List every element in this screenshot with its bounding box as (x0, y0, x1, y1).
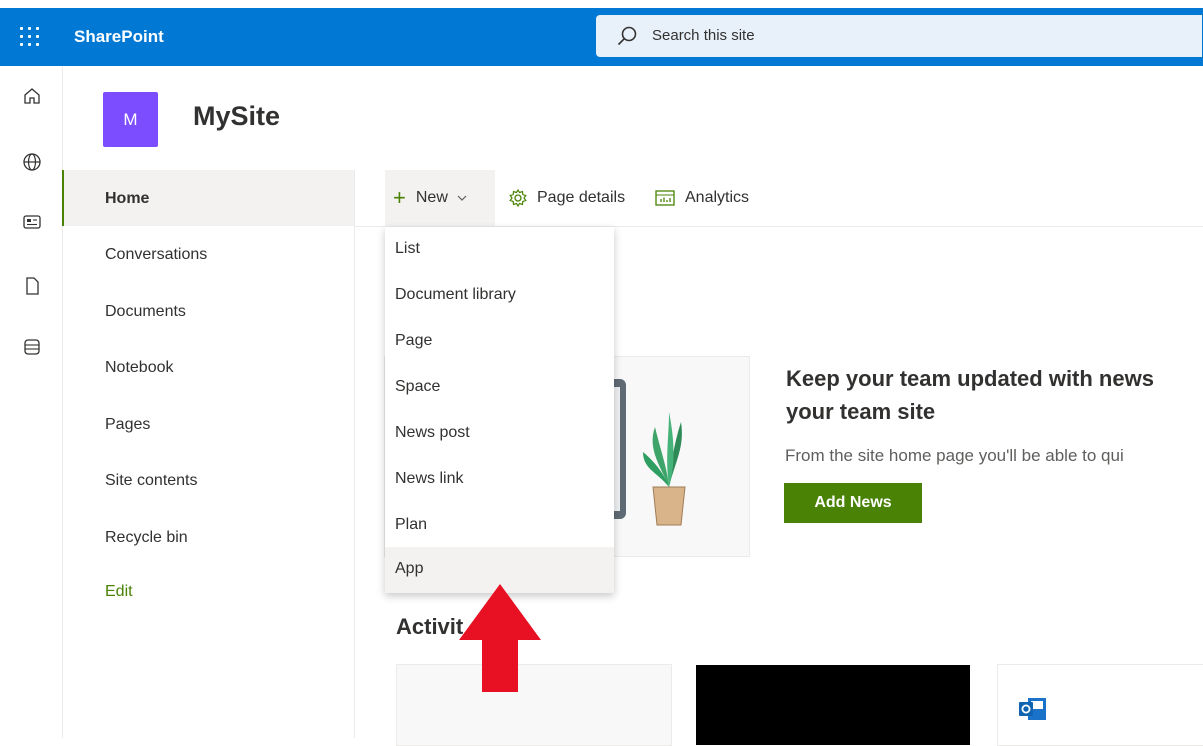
new-dropdown-menu: List Document library Page Space News po… (385, 227, 614, 593)
menu-item-document-library[interactable]: Document library (385, 273, 614, 319)
nav-item-conversations[interactable]: Conversations (62, 226, 354, 282)
nav-item-site-contents[interactable]: Site contents (62, 452, 354, 508)
menu-item-label: News link (395, 470, 464, 487)
menu-item-list[interactable]: List (385, 227, 614, 273)
site-logo[interactable]: M (103, 92, 158, 147)
menu-item-plan[interactable]: Plan (385, 503, 614, 549)
nav-item-label: Site contents (105, 472, 198, 489)
document-icon[interactable] (22, 276, 42, 296)
new-button-label: New (415, 189, 448, 206)
add-news-button[interactable]: Add News (784, 483, 922, 523)
site-logo-letter: M (123, 109, 138, 129)
new-button[interactable]: + New (385, 170, 495, 226)
page-details-button[interactable]: Page details (508, 186, 625, 210)
menu-item-label: Page (395, 332, 433, 349)
plus-icon: + (393, 185, 406, 210)
globe-icon[interactable] (22, 152, 42, 172)
activity-card[interactable] (696, 665, 970, 745)
command-bar: + New Page details Analytics (354, 170, 1203, 227)
nav-item-pages[interactable]: Pages (62, 396, 354, 452)
menu-item-label: Plan (395, 516, 428, 533)
suite-bar-band: SharePoint Search this site (0, 8, 1203, 66)
search-icon (617, 26, 637, 46)
nav-edit-link[interactable]: Edit (105, 583, 133, 601)
menu-item-label: App (395, 560, 424, 577)
menu-item-page[interactable]: Page (385, 319, 614, 365)
menu-item-news-post[interactable]: News post (385, 411, 614, 457)
page-details-label: Page details (537, 189, 626, 206)
app-launcher-icon[interactable] (18, 25, 42, 49)
nav-item-label: Recycle bin (105, 529, 188, 546)
menu-item-label: List (395, 240, 420, 257)
menu-item-space[interactable]: Space (385, 365, 614, 411)
nav-item-label: Conversations (105, 246, 208, 263)
news-icon[interactable] (22, 212, 42, 232)
activity-title: Activit (396, 614, 464, 639)
nav-item-home[interactable]: Home (62, 170, 354, 226)
news-heading: Keep your team updated with news your te… (786, 366, 1154, 424)
app-rail (0, 66, 63, 738)
analytics-icon (655, 190, 675, 206)
nav-item-documents[interactable]: Documents (62, 283, 354, 339)
outlook-icon (1019, 698, 1046, 720)
nav-item-label: Home (105, 190, 150, 207)
analytics-button[interactable]: Analytics (654, 186, 749, 210)
annotation-arrow-icon (459, 584, 541, 692)
menu-item-label: Document library (395, 286, 516, 303)
nav-item-recycle-bin[interactable]: Recycle bin (62, 509, 354, 565)
analytics-label: Analytics (685, 189, 750, 206)
news-description: From the site home page you'll be able t… (785, 446, 1124, 465)
nav-item-label: Documents (105, 303, 186, 320)
list-icon[interactable] (22, 337, 42, 357)
menu-item-news-link[interactable]: News link (385, 457, 614, 503)
search-placeholder: Search this site (652, 27, 755, 44)
nav-item-label: Pages (105, 416, 151, 433)
menu-item-label: Space (395, 378, 441, 395)
site-title[interactable]: MySite (193, 101, 280, 132)
app-name[interactable]: SharePoint (74, 27, 164, 47)
chevron-down-icon (457, 195, 467, 201)
menu-item-label: News post (395, 424, 470, 441)
nav-item-notebook[interactable]: Notebook (62, 339, 354, 395)
search-box[interactable]: Search this site (596, 15, 1202, 57)
activity-card[interactable] (997, 664, 1203, 746)
nav-item-label: Notebook (105, 359, 174, 376)
gear-icon (509, 188, 527, 208)
suite-bar: SharePoint Search this site (0, 0, 1203, 66)
home-icon[interactable] (22, 86, 42, 106)
left-navigation: Home Conversations Documents Notebook Pa… (62, 170, 355, 738)
